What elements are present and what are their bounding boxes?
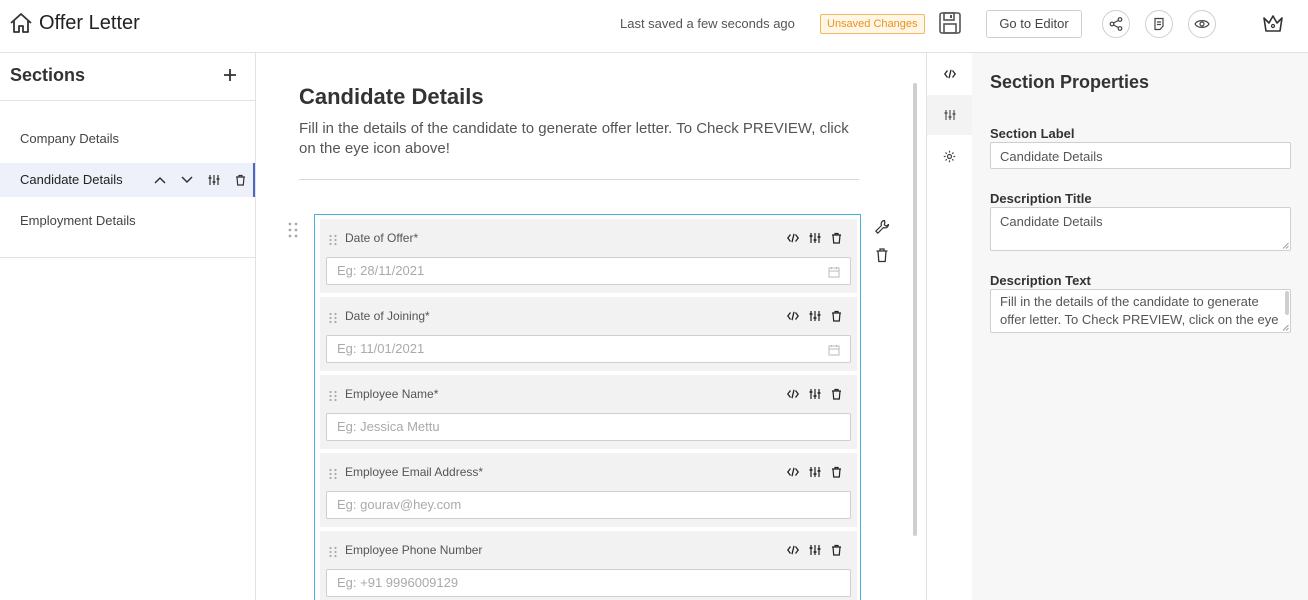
description-text-textarea[interactable]: Fill in the details of the candidate to … [990, 289, 1291, 333]
settings-sliders-icon[interactable] [808, 309, 821, 322]
delete-icon[interactable] [830, 309, 843, 322]
code-icon[interactable] [786, 309, 799, 322]
sidebar-item-label: Company Details [20, 131, 119, 146]
code-icon[interactable] [786, 465, 799, 478]
divider [299, 179, 859, 180]
calendar-icon[interactable] [828, 265, 840, 278]
description-title-label: Description Title [990, 191, 1092, 206]
form-fields-block: Date of Offer* Eg: 28/11/2021 Date of Jo… [314, 214, 861, 600]
section-label-input[interactable]: Candidate Details [990, 142, 1291, 169]
eye-icon [1194, 20, 1210, 28]
tab-code[interactable] [927, 54, 972, 94]
resize-grip-icon[interactable] [1282, 242, 1289, 249]
panel-title: Section Properties [990, 72, 1150, 92]
go-to-editor-button[interactable]: Go to Editor [986, 10, 1082, 38]
document-icon [1154, 17, 1164, 31]
sidebar-item-company-details[interactable]: Company Details [0, 122, 255, 156]
sidebar-item-candidate-details[interactable]: Candidate Details [0, 163, 255, 197]
drag-handle-icon[interactable] [328, 545, 338, 558]
add-section-icon[interactable] [222, 67, 238, 83]
top-bar: Offer Letter Last saved a few seconds ag… [0, 0, 1308, 53]
sidebar-divider [0, 257, 255, 258]
description-title-value: Candidate Details [1000, 214, 1103, 229]
sidebar-header: Sections [0, 53, 255, 101]
document-title: Offer Letter [39, 12, 140, 34]
sidebar-item-employment-details[interactable]: Employment Details [0, 204, 255, 238]
field-label: Employee Email Address* [345, 465, 484, 479]
properties-tab-strip [926, 53, 972, 600]
employee-name-input[interactable]: Eg: Jessica Mettu [326, 413, 851, 441]
sections-sidebar: Sections Company Details Candidate Detai… [0, 53, 256, 600]
code-icon[interactable] [786, 231, 799, 244]
last-saved-status: Last saved a few seconds ago [620, 16, 795, 31]
code-icon[interactable] [786, 387, 799, 400]
field-label: Employee Name* [345, 387, 439, 401]
gear-icon [943, 150, 956, 162]
section-properties-panel: Section Properties Section Label Candida… [972, 53, 1308, 600]
employee-phone-input[interactable]: Eg: +91 9996009129 [326, 569, 851, 597]
settings-sliders-icon[interactable] [808, 231, 821, 244]
scrollbar[interactable] [1285, 291, 1289, 315]
move-up-icon[interactable] [146, 163, 173, 197]
drag-handle-icon[interactable] [328, 311, 338, 324]
crown-icon[interactable] [1261, 12, 1285, 34]
field-employee-email: Employee Email Address* Eg: gourav@hey.c… [320, 453, 857, 527]
code-icon[interactable] [786, 543, 799, 556]
settings-sliders-icon [944, 110, 955, 120]
sidebar-item-label: Candidate Details [20, 172, 123, 187]
share-icon [1109, 17, 1123, 31]
section-description: Fill in the details of the candidate to … [299, 120, 849, 157]
sidebar-item-label: Employment Details [20, 213, 136, 228]
tab-properties[interactable] [927, 95, 972, 135]
settings-sliders-icon[interactable] [808, 465, 821, 478]
move-down-icon[interactable] [173, 163, 200, 197]
settings-sliders-icon[interactable] [808, 543, 821, 556]
section-title: Candidate Details [299, 84, 484, 109]
delete-icon[interactable] [874, 247, 890, 263]
unsaved-changes-badge: Unsaved Changes [820, 14, 925, 34]
field-label: Employee Phone Number [345, 543, 483, 557]
date-of-joining-input[interactable]: Eg: 11/01/2021 [326, 335, 851, 363]
resize-grip-icon[interactable] [1282, 324, 1289, 331]
calendar-icon[interactable] [828, 343, 840, 356]
scrollbar[interactable] [913, 83, 917, 536]
wrench-icon[interactable] [874, 219, 890, 235]
date-of-offer-input[interactable]: Eg: 28/11/2021 [326, 257, 851, 285]
settings-sliders-icon[interactable] [200, 163, 227, 197]
delete-icon[interactable] [227, 163, 254, 197]
sidebar-title: Sections [10, 65, 86, 85]
main-canvas: Candidate Details Fill in the details of… [256, 53, 926, 600]
preview-button[interactable] [1188, 10, 1216, 38]
share-button[interactable] [1102, 10, 1130, 38]
drag-handle-icon[interactable] [328, 233, 338, 246]
drag-handle-icon[interactable] [328, 467, 338, 480]
field-date-of-joining: Date of Joining* Eg: 11/01/2021 [320, 297, 857, 371]
settings-sliders-icon[interactable] [808, 387, 821, 400]
drag-handle-icon[interactable] [328, 389, 338, 402]
field-date-of-offer: Date of Offer* Eg: 28/11/2021 [320, 219, 857, 293]
description-text-label: Description Text [990, 273, 1091, 288]
save-icon[interactable] [938, 11, 962, 35]
description-text-value: Fill in the details of the candidate to … [1000, 294, 1279, 332]
field-label: Date of Offer* [345, 231, 419, 245]
field-employee-name: Employee Name* Eg: Jessica Mettu [320, 375, 857, 449]
delete-icon[interactable] [830, 387, 843, 400]
field-employee-phone: Employee Phone Number Eg: +91 9996009129 [320, 531, 857, 600]
delete-icon[interactable] [830, 543, 843, 556]
document-button[interactable] [1145, 10, 1173, 38]
delete-icon[interactable] [830, 231, 843, 244]
drag-handle-icon[interactable] [287, 221, 299, 239]
delete-icon[interactable] [830, 465, 843, 478]
employee-email-input[interactable]: Eg: gourav@hey.com [326, 491, 851, 519]
tab-settings[interactable] [927, 136, 972, 176]
description-title-textarea[interactable]: Candidate Details [990, 207, 1291, 251]
field-label: Date of Joining* [345, 309, 430, 323]
home-icon[interactable] [9, 12, 33, 34]
code-icon [943, 69, 956, 79]
section-label-title: Section Label [990, 126, 1075, 141]
